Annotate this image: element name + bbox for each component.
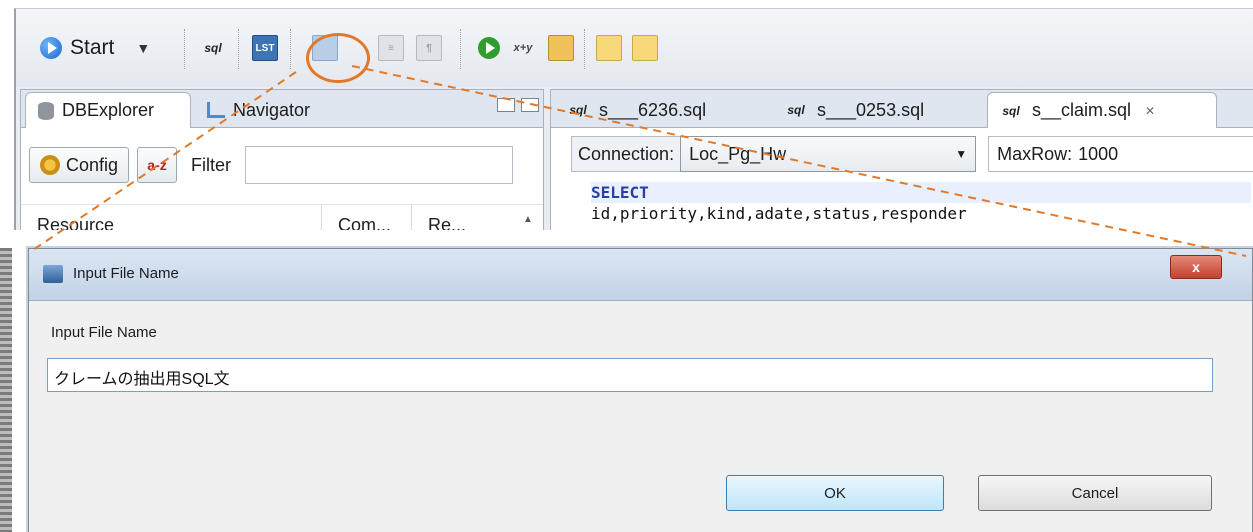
editor-tab[interactable]: sql s___0253.sql bbox=[773, 92, 973, 128]
start-button[interactable]: Start ▼ bbox=[40, 31, 170, 65]
column-resource[interactable]: Resource bbox=[21, 205, 321, 230]
xy-button[interactable]: x+y bbox=[508, 31, 538, 65]
connection-select[interactable]: Loc_Pg_Hw ▼ bbox=[680, 136, 977, 172]
toolbar-separator bbox=[290, 29, 291, 69]
connection-bar: Connection: Loc_Pg_Hw ▼ MaxRow: 1000 bbox=[571, 136, 1253, 172]
chevron-down-icon[interactable]: ▼ bbox=[136, 40, 150, 56]
screenshot-root: { "toolbar": { "start_label": "Start", "… bbox=[0, 0, 1253, 532]
view-controls bbox=[497, 98, 539, 112]
ok-button[interactable]: OK bbox=[726, 475, 944, 511]
minimize-icon[interactable] bbox=[497, 98, 515, 112]
maxrow-label: MaxRow: bbox=[997, 143, 1073, 164]
connection-label: Connection: bbox=[571, 136, 681, 172]
save-list-icon: LST bbox=[252, 35, 278, 61]
maximize-icon[interactable] bbox=[521, 98, 539, 112]
sql-editor[interactable]: SELECT id,priority,kind,adate,status,res… bbox=[591, 182, 1251, 224]
swap-right-button[interactable] bbox=[630, 31, 660, 65]
sql-editor-pane: sql s___6236.sql sql s___0253.sql sql s_… bbox=[550, 89, 1253, 230]
editor-tab[interactable]: sql s___6236.sql bbox=[555, 92, 755, 128]
config-icon bbox=[40, 155, 60, 175]
close-button[interactable]: x bbox=[1170, 255, 1222, 279]
app-icon bbox=[43, 265, 63, 283]
dialog-title: Input File Name bbox=[73, 265, 179, 282]
tab-navigator[interactable]: Navigator bbox=[195, 92, 345, 128]
sort-az-icon: a-z bbox=[147, 157, 167, 173]
run-button[interactable] bbox=[474, 31, 504, 65]
main-toolbar: Start ▼ sql LST ≡ ¶ x+y bbox=[16, 9, 1253, 87]
close-icon: x bbox=[1192, 259, 1200, 275]
dialog-titlebar: Input File Name x bbox=[29, 249, 1252, 301]
editor-tab-active[interactable]: sql s__claim.sql ✕ bbox=[987, 92, 1217, 128]
format-icon: ≡ bbox=[378, 35, 404, 61]
sql-icon: sql bbox=[204, 41, 222, 55]
input-file-name-dialog: Input File Name x Input File Name クレームの抽… bbox=[28, 248, 1253, 532]
highlight-circle bbox=[306, 33, 370, 83]
tab-label: DBExplorer bbox=[62, 100, 155, 120]
xy-icon: x+y bbox=[513, 42, 533, 54]
toolbar-separator bbox=[584, 29, 585, 69]
cancel-button[interactable]: Cancel bbox=[978, 475, 1212, 511]
crop-edge bbox=[0, 248, 12, 532]
sort-button[interactable]: a-z bbox=[137, 147, 178, 183]
left-tabs: DBExplorer Navigator bbox=[21, 90, 543, 128]
filter-input[interactable] bbox=[245, 146, 514, 184]
sql-line: id,priority,kind,adate,status,responder bbox=[591, 204, 967, 223]
play-circle-icon bbox=[40, 37, 62, 59]
sql-button[interactable]: sql bbox=[196, 31, 230, 65]
filter-label: Filter bbox=[191, 154, 232, 175]
db-explorer-pane: DBExplorer Navigator Config a-z Filter R… bbox=[20, 89, 544, 230]
document-button[interactable] bbox=[546, 31, 576, 65]
format-button[interactable]: ≡ bbox=[376, 31, 406, 65]
swap-right-icon bbox=[632, 35, 658, 61]
editor-tab-label: s___0253.sql bbox=[817, 99, 925, 120]
close-tab-icon[interactable]: ✕ bbox=[1145, 104, 1155, 118]
sql-file-icon: sql bbox=[787, 103, 805, 117]
database-icon bbox=[38, 101, 54, 120]
scroll-up-icon[interactable]: ▲ bbox=[523, 214, 537, 225]
file-name-input[interactable]: クレームの抽出用SQL文 bbox=[47, 358, 1213, 392]
sql-file-icon: sql bbox=[569, 103, 587, 117]
editor-tabs: sql s___6236.sql sql s___0253.sql sql s_… bbox=[551, 90, 1253, 128]
column-re[interactable]: Re... bbox=[411, 205, 491, 230]
start-label: Start bbox=[70, 36, 115, 59]
ide-window: Start ▼ sql LST ≡ ¶ x+y DBExplorer Navig… bbox=[14, 8, 1253, 230]
save-list-button[interactable]: LST bbox=[248, 31, 282, 65]
explorer-toolbar: Config a-z Filter bbox=[29, 146, 514, 184]
editor-tab-label: s__claim.sql bbox=[1032, 100, 1132, 120]
swap-left-icon bbox=[596, 35, 622, 61]
paragraph-button[interactable]: ¶ bbox=[414, 31, 444, 65]
maxrow-value: 1000 bbox=[1078, 143, 1119, 164]
paragraph-icon: ¶ bbox=[416, 35, 442, 61]
config-button[interactable]: Config bbox=[29, 147, 130, 183]
field-label: Input File Name bbox=[51, 324, 157, 341]
navigator-icon bbox=[207, 102, 225, 118]
chevron-down-icon: ▼ bbox=[955, 147, 968, 161]
tab-dbexplorer[interactable]: DBExplorer bbox=[25, 92, 191, 128]
maxrow-field[interactable]: MaxRow: 1000 bbox=[988, 136, 1253, 172]
swap-left-button[interactable] bbox=[594, 31, 624, 65]
editor-tab-label: s___6236.sql bbox=[599, 99, 707, 120]
run-icon bbox=[478, 37, 500, 59]
tab-label: Navigator bbox=[233, 99, 311, 120]
toolbar-separator bbox=[184, 29, 185, 69]
sql-file-icon: sql bbox=[1002, 103, 1020, 118]
resource-table-header: Resource Com... Re... bbox=[21, 204, 543, 230]
toolbar-separator bbox=[460, 29, 461, 69]
toolbar-separator bbox=[238, 29, 239, 69]
sql-keyword: SELECT bbox=[591, 182, 1251, 203]
config-label: Config bbox=[66, 154, 119, 175]
document-icon bbox=[548, 35, 574, 61]
column-comment[interactable]: Com... bbox=[321, 205, 411, 230]
connection-value: Loc_Pg_Hw bbox=[689, 143, 787, 164]
dialog-content: Input File Name クレームの抽出用SQL文 OK Cancel bbox=[29, 302, 1252, 532]
